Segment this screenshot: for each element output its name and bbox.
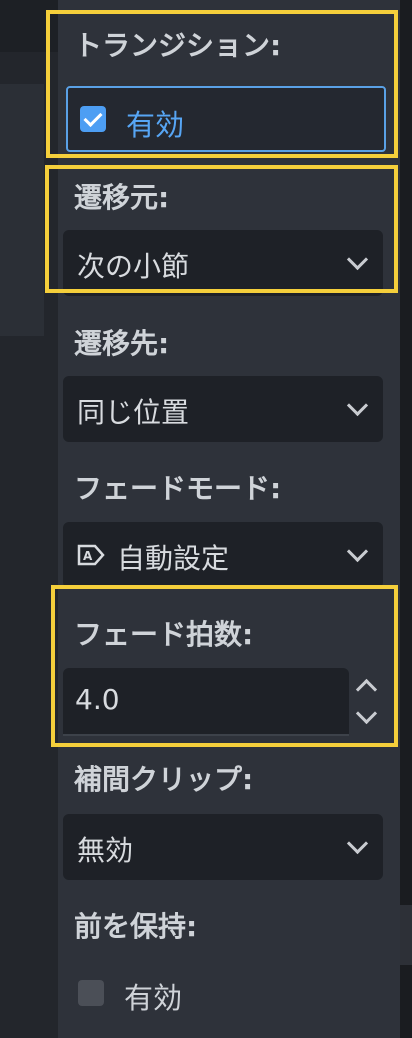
highlight-fade-beats: [51, 585, 398, 747]
interpolation-clip-label: 補間クリップ:: [74, 763, 254, 796]
chevron-down-icon: [346, 832, 369, 855]
fade-mode-select-value: 自動設定: [117, 542, 230, 575]
left-content-card: [0, 84, 44, 336]
chevron-down-icon: [346, 540, 369, 563]
destination-select[interactable]: 同じ位置: [63, 376, 383, 442]
fade-mode-label: フェードモード:: [74, 472, 282, 505]
keep-previous-checkbox[interactable]: [78, 980, 104, 1006]
svg-text:A: A: [83, 549, 93, 563]
right-edge-tab: [400, 905, 412, 965]
right-edge-pane: [400, 0, 412, 1038]
destination-label: 遷移先:: [74, 327, 170, 360]
interpolation-clip-select-value: 無効: [77, 834, 134, 867]
interpolation-clip-select[interactable]: 無効: [63, 814, 383, 880]
destination-select-value: 同じ位置: [77, 396, 190, 429]
highlight-transition: [46, 10, 398, 158]
auto-fade-icon: A: [77, 544, 105, 566]
highlight-source: [45, 165, 398, 293]
keep-previous-enabled-label[interactable]: 有効: [124, 975, 182, 1017]
chevron-down-icon: [346, 394, 369, 417]
keep-previous-label: 前を保持:: [74, 910, 198, 943]
fade-mode-select[interactable]: A 自動設定: [63, 522, 383, 588]
